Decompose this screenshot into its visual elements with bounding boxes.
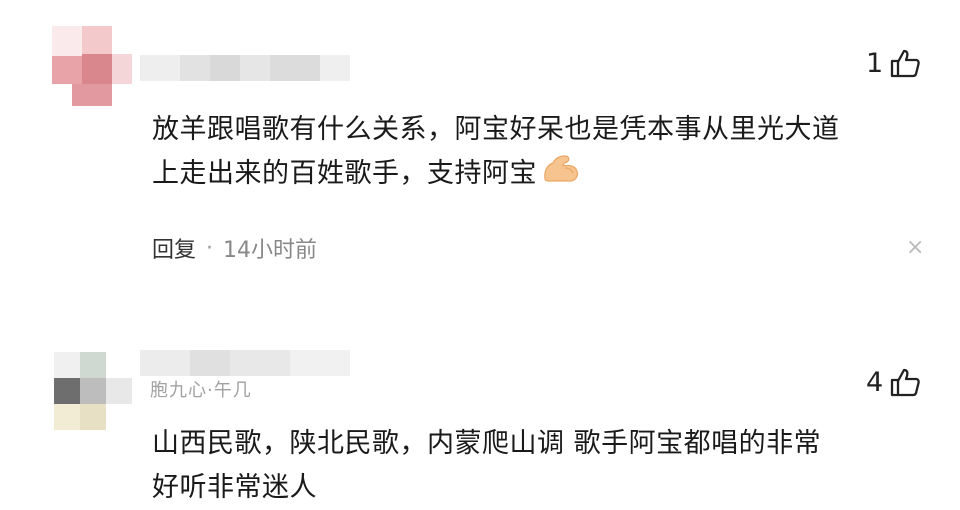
- comment-meta: 回复 · 14小时前: [152, 232, 317, 264]
- thumbs-up-icon: [889, 47, 921, 79]
- comment-text-line: 上走出来的百姓歌手，支持阿宝: [152, 152, 840, 197]
- comment-item: 胞九心·午几 4 山西民歌，陕北民歌，内蒙爬山调 歌手阿宝都唱的非常 好听非常迷…: [0, 340, 960, 509]
- comment-text: 放羊跟唱歌有什么关系，阿宝好呆也是凭本事从里光大道 上走出来的百姓歌手，支持阿宝: [152, 108, 840, 197]
- meta-separator: ·: [206, 235, 214, 261]
- comment-text-line: 放羊跟唱歌有什么关系，阿宝好呆也是凭本事从里光大道: [152, 114, 840, 145]
- comment-text: 山西民歌，陕北民歌，内蒙爬山调 歌手阿宝都唱的非常 好听非常迷人: [152, 422, 821, 510]
- comment-text-line: 山西民歌，陕北民歌，内蒙爬山调 歌手阿宝都唱的非常: [152, 428, 822, 459]
- comment-item: 1 放羊跟唱歌有什么关系，阿宝好呆也是凭本事从里光大道 上走出来的百姓歌手，支持…: [0, 0, 960, 300]
- like-count: 4: [866, 366, 884, 398]
- avatar[interactable]: [52, 26, 132, 106]
- comment-text-line-2: 上走出来的百姓歌手，支持阿宝: [152, 158, 537, 189]
- reply-button[interactable]: 回复: [152, 232, 196, 264]
- username-fragment: 胞九心·午几: [150, 380, 252, 401]
- username-blurred[interactable]: [140, 55, 350, 81]
- close-icon[interactable]: ×: [906, 235, 924, 260]
- comment-time: 14小时前: [223, 238, 318, 263]
- username-blurred[interactable]: [140, 350, 350, 376]
- like-button[interactable]: 1: [866, 47, 921, 79]
- avatar[interactable]: [54, 352, 134, 432]
- comment-text-line: 好听非常迷人: [152, 472, 317, 503]
- like-button[interactable]: 4: [866, 366, 921, 398]
- thumbs-up-icon: [889, 366, 921, 398]
- flexed-biceps-icon: [541, 153, 581, 197]
- like-count: 1: [866, 47, 884, 79]
